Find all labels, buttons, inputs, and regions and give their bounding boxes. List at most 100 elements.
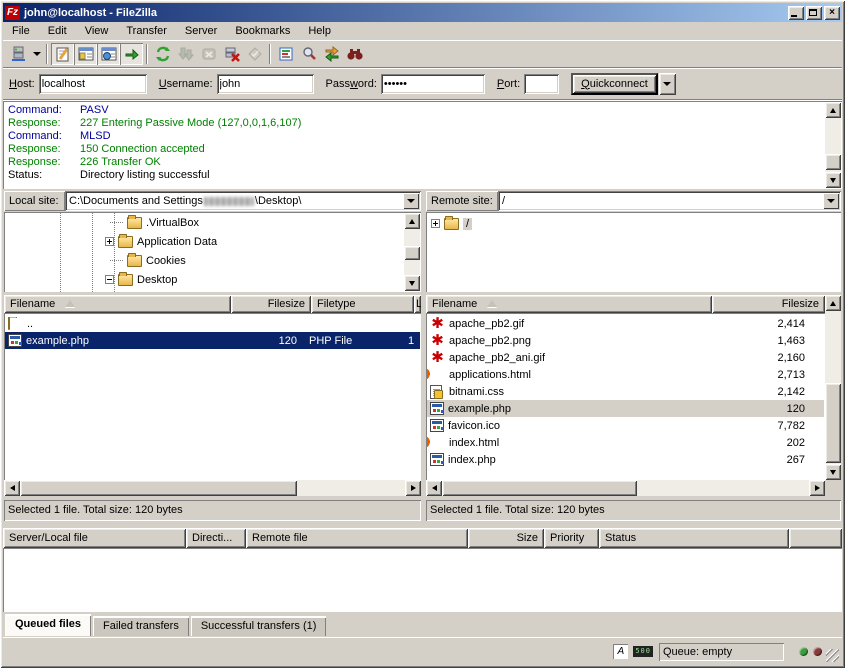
local-hscrollbar[interactable] <box>4 480 421 497</box>
tree-item-root[interactable]: / <box>431 215 472 232</box>
toolbar <box>3 41 842 68</box>
collapse-minus-icon[interactable] <box>105 275 114 284</box>
disconnect-button[interactable] <box>220 43 243 65</box>
toggle-queue-button[interactable] <box>120 43 143 65</box>
combo-dropdown-button[interactable] <box>823 193 839 209</box>
reconnect-button[interactable] <box>243 43 266 65</box>
sync-browsing-button[interactable] <box>320 43 343 65</box>
scroll-down-button[interactable] <box>825 464 841 480</box>
apache-icon: ✱ <box>430 351 445 365</box>
password-input[interactable] <box>381 74 485 94</box>
local-path-combo[interactable]: C:\Documents and Settings\Desktop\ <box>65 191 421 211</box>
process-queue-button[interactable] <box>174 43 197 65</box>
toggle-remote-tree-button[interactable] <box>97 43 120 65</box>
find-files-button[interactable] <box>343 43 366 65</box>
scroll-up-button[interactable] <box>825 102 841 118</box>
column-header-remote-file[interactable]: Remote file <box>246 528 468 548</box>
remote-path-combo[interactable]: / <box>498 191 841 211</box>
transfer-queue-list[interactable] <box>3 548 842 612</box>
scroll-thumb[interactable] <box>20 480 297 496</box>
scroll-thumb[interactable] <box>404 246 420 260</box>
remote-vscrollbar[interactable] <box>825 295 841 480</box>
port-input[interactable] <box>524 74 559 94</box>
remote-hscrollbar[interactable] <box>426 480 825 497</box>
column-header-filesize[interactable]: Filesize <box>712 295 825 313</box>
cancel-operation-button[interactable] <box>197 43 220 65</box>
menu-file[interactable]: File <box>3 23 39 39</box>
column-header-filename[interactable]: Filename <box>426 295 712 313</box>
scroll-thumb[interactable] <box>825 154 841 170</box>
scroll-down-button[interactable] <box>825 172 841 188</box>
menu-bookmarks[interactable]: Bookmarks <box>226 23 299 39</box>
toggle-message-log-button[interactable] <box>51 43 74 65</box>
directory-compare-button[interactable] <box>297 43 320 65</box>
menu-view[interactable]: View <box>76 23 118 39</box>
column-header-filesize[interactable]: Filesize <box>231 295 311 313</box>
column-header-priority[interactable]: Priority <box>544 528 599 548</box>
php-file-icon <box>430 402 444 415</box>
host-input[interactable] <box>39 74 147 94</box>
file-row-selected[interactable]: example.php 120 <box>427 400 824 417</box>
file-row[interactable]: favicon.ico 7,782 <box>427 417 824 434</box>
file-row[interactable]: bitnami.css 2,142 <box>427 383 824 400</box>
site-manager-dropdown[interactable] <box>30 43 43 65</box>
column-header-status[interactable]: Status <box>599 528 789 548</box>
combo-dropdown-button[interactable] <box>403 193 419 209</box>
quickconnect-dropdown[interactable] <box>659 73 676 95</box>
scroll-up-button[interactable] <box>404 213 420 229</box>
scroll-left-button[interactable] <box>426 480 442 496</box>
file-row[interactable]: ✱apache_pb2.gif 2,414 <box>427 315 824 332</box>
menu-edit[interactable]: Edit <box>39 23 76 39</box>
scroll-up-button[interactable] <box>825 295 841 311</box>
quickconnect-button[interactable]: Quickconnect <box>571 73 658 95</box>
close-button[interactable]: × <box>824 6 840 20</box>
scroll-right-button[interactable] <box>405 480 421 496</box>
maximize-button[interactable] <box>806 6 822 20</box>
menu-server[interactable]: Server <box>176 23 226 39</box>
scroll-thumb[interactable] <box>442 480 637 496</box>
column-header-filetype[interactable]: Filetype <box>311 295 414 313</box>
scroll-left-button[interactable] <box>4 480 20 496</box>
file-row[interactable]: applications.html 2,713 <box>427 366 824 383</box>
column-header-empty[interactable] <box>789 528 842 548</box>
scroll-right-button[interactable] <box>809 480 825 496</box>
file-row[interactable]: index.html 202 <box>427 434 824 451</box>
log-line: Status:Directory listing successful <box>8 169 210 182</box>
username-input[interactable] <box>217 74 314 94</box>
file-row[interactable]: ✱apache_pb2_ani.gif 2,160 <box>427 349 824 366</box>
toggle-local-tree-button[interactable] <box>74 43 97 65</box>
column-header-server-local-file[interactable]: Server/Local file <box>3 528 186 548</box>
arrow-up-icon <box>830 301 836 306</box>
expand-plus-icon[interactable] <box>431 219 440 228</box>
tab-failed-transfers[interactable]: Failed transfers <box>93 616 189 636</box>
file-row-parent[interactable]: .. <box>5 315 420 332</box>
refresh-button[interactable] <box>151 43 174 65</box>
filter-button[interactable] <box>274 43 297 65</box>
tree-item-application-data[interactable]: Application Data <box>105 233 217 250</box>
arrow-up-icon <box>830 108 836 113</box>
file-row[interactable]: ✱apache_pb2.png 1,463 <box>427 332 824 349</box>
queue-header: Server/Local file Directi... Remote file… <box>3 528 842 548</box>
tree-item-virtualbox[interactable]: .VirtualBox <box>110 214 199 231</box>
tree-item-cookies[interactable]: Cookies <box>110 252 186 269</box>
tab-successful-transfers[interactable]: Successful transfers (1) <box>191 616 327 636</box>
column-header-size[interactable]: Size <box>468 528 544 548</box>
tab-queued-files[interactable]: Queued files <box>5 614 91 636</box>
tree-item-desktop[interactable]: Desktop <box>105 271 177 288</box>
process-queue-icon <box>178 46 194 62</box>
scroll-thumb[interactable] <box>825 383 841 463</box>
site-manager-button[interactable] <box>7 43 30 65</box>
title-bar[interactable]: Fz john@localhost - FileZilla × <box>3 3 842 22</box>
file-row[interactable]: index.php 267 <box>427 451 824 468</box>
minimize-button[interactable] <box>788 6 804 20</box>
column-header-filename[interactable]: Filename <box>4 295 231 313</box>
scroll-down-button[interactable] <box>404 275 420 291</box>
resize-grip[interactable] <box>826 649 839 662</box>
column-header-direction[interactable]: Directi... <box>186 528 246 548</box>
folder-icon <box>127 255 142 267</box>
expand-plus-icon[interactable] <box>105 237 114 246</box>
file-row-example-php[interactable]: example.php 120 PHP File 1 <box>5 332 420 349</box>
column-header-lastmodified[interactable]: L <box>414 295 421 313</box>
menu-help[interactable]: Help <box>299 23 340 39</box>
menu-transfer[interactable]: Transfer <box>117 23 176 39</box>
